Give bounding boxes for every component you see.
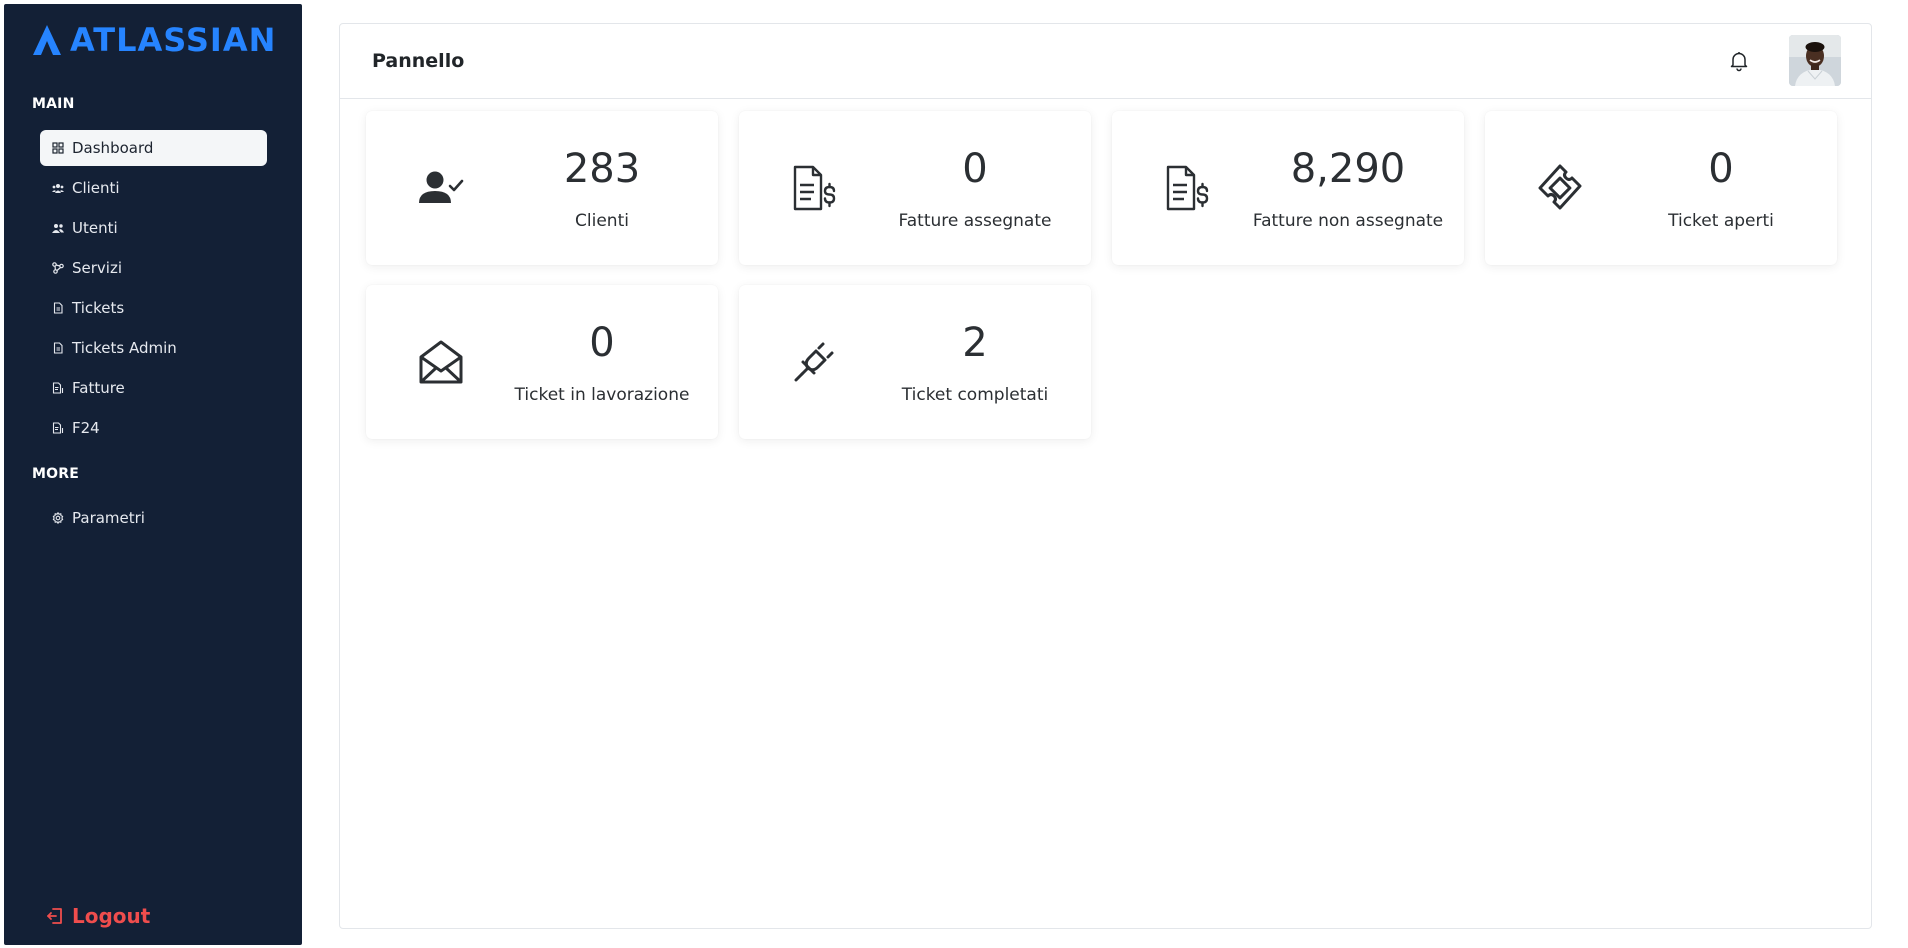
stat-value: 0 (589, 320, 615, 366)
nodes-icon (52, 262, 64, 274)
avatar[interactable] (1789, 35, 1841, 86)
sidebar-item-label: Utenti (72, 219, 118, 237)
sidebar-item-label: Clienti (72, 179, 120, 197)
sidebar-item-clienti[interactable]: Clienti (40, 170, 267, 206)
invoice-icon (52, 422, 64, 434)
stat-value: 0 (1708, 146, 1734, 192)
stat-card-ticket-aperti[interactable]: 0 Ticket aperti (1485, 111, 1837, 265)
bell-icon (1730, 52, 1748, 72)
sidebar-item-label: Fatture (72, 379, 125, 397)
stat-value: 283 (563, 146, 641, 192)
main-header: Pannello (340, 24, 1871, 99)
sidebar-item-label: Tickets (72, 299, 125, 317)
grid-icon (52, 142, 64, 154)
invoice-icon (52, 382, 64, 394)
sidebar-item-servizi[interactable]: Servizi (40, 250, 267, 286)
logout-button[interactable]: Logout (46, 904, 150, 928)
stat-label: Clienti (575, 211, 629, 231)
logout-icon (47, 908, 62, 924)
stat-value: 8,290 (1290, 146, 1406, 192)
invoice-dollar-icon (1160, 161, 1214, 215)
logout-label: Logout (72, 904, 151, 928)
sidebar-item-parametri[interactable]: Parametri (40, 500, 267, 536)
stat-card-fatture-assegnate[interactable]: 0 Fatture assegnate (739, 111, 1091, 265)
atlassian-logo-icon (33, 25, 61, 55)
stat-label: Fatture non assegnate (1252, 211, 1444, 231)
brand[interactable]: ATLASSIAN (32, 22, 276, 58)
users-icon (52, 182, 64, 194)
gear-icon (52, 512, 64, 524)
sidebar: ATLASSIAN MAIN Dashboard Clienti Utenti (4, 4, 302, 945)
stat-value: 2 (962, 320, 988, 366)
file-icon (52, 302, 64, 314)
app: ATLASSIAN MAIN Dashboard Clienti Utenti (0, 0, 1908, 948)
sidebar-item-label: Servizi (72, 259, 123, 277)
sidebar-item-tickets[interactable]: Tickets (40, 290, 267, 326)
user-group-icon (52, 222, 64, 234)
stat-label: Ticket in lavorazione (514, 385, 690, 405)
ticket-icon (1533, 161, 1587, 215)
sidebar-item-label: Parametri (72, 509, 145, 527)
section-title-main: MAIN (32, 96, 75, 112)
section-title-more: MORE (32, 466, 79, 482)
stat-label: Ticket completati (901, 385, 1049, 405)
stat-card-ticket-completati[interactable]: 2 Ticket completati (739, 285, 1091, 439)
envelope-open-icon (414, 335, 468, 389)
stat-card-clienti[interactable]: 283 Clienti (366, 111, 718, 265)
stat-label: Fatture assegnate (898, 211, 1052, 231)
user-check-icon (414, 161, 468, 215)
sidebar-item-label: Dashboard (72, 139, 154, 157)
plug-icon (787, 335, 841, 389)
sidebar-item-fatture[interactable]: Fatture (40, 370, 267, 406)
page-title: Pannello (372, 50, 465, 72)
sidebar-item-label: Tickets Admin (72, 339, 177, 357)
stat-value: 0 (962, 146, 988, 192)
sidebar-item-f24[interactable]: F24 (40, 410, 267, 446)
sidebar-item-dashboard[interactable]: Dashboard (40, 130, 267, 166)
invoice-dollar-icon (787, 161, 841, 215)
sidebar-item-utenti[interactable]: Utenti (40, 210, 267, 246)
file-icon (52, 342, 64, 354)
main-panel: Pannello 283 Clienti 0 Fatture assegnate… (339, 23, 1872, 929)
sidebar-item-tickets-admin[interactable]: Tickets Admin (40, 330, 267, 366)
stat-label: Ticket aperti (1668, 211, 1774, 231)
stat-card-ticket-in-lavorazione[interactable]: 0 Ticket in lavorazione (366, 285, 718, 439)
sidebar-item-label: F24 (72, 419, 100, 437)
notifications-button[interactable] (1729, 50, 1749, 72)
stat-card-fatture-non-assegnate[interactable]: 8,290 Fatture non assegnate (1112, 111, 1464, 265)
brand-name: ATLASSIAN (70, 21, 277, 59)
